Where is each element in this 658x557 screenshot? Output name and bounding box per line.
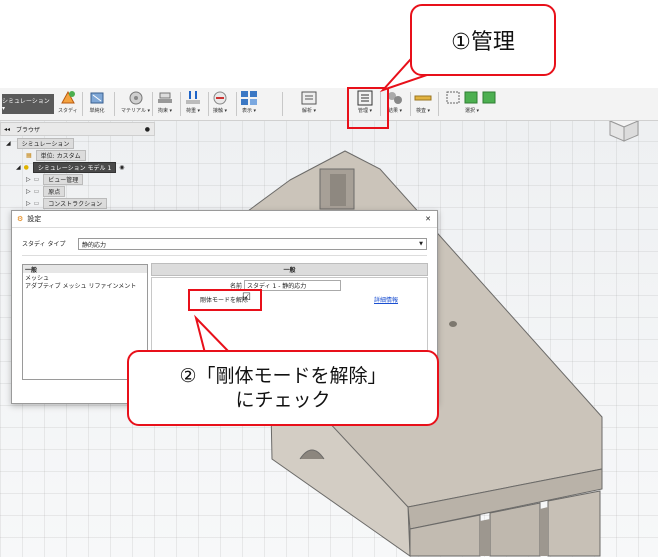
view-cube[interactable] [606,119,642,145]
units-icon: ▦ [26,152,32,159]
material-button[interactable]: マテリアル ▾ [121,90,150,118]
tree-row-origin[interactable]: ▷ ▭ 原点 [26,186,66,197]
separator [152,92,153,116]
folder-icon: ▭ [33,176,40,183]
callout-manage: ①管理 [410,4,556,76]
simplify-label: 単純化 [89,108,105,114]
model-leg-3 [547,490,601,557]
study-type-select[interactable]: 静的応力 ▼ [78,238,427,250]
dialog-titlebar[interactable]: ⚙ 設定 ✕ [12,211,437,227]
activate-radio-icon[interactable]: ◉ [119,164,124,171]
general-section-header: 一般 [151,263,428,276]
constraint-label: 拘束 ▾ [157,108,173,114]
browser-panel: ◂◂ ブラウザ ● ◢ シミュレーション ▦ 単位: カスタム ◢ ● シミュレ… [0,122,155,217]
tree-row-view[interactable]: ▷ ▭ ビュー管理 [26,174,84,185]
separator [180,92,181,116]
study-button[interactable]: スタディ [58,90,78,118]
inspect-label: 検査 ▾ [415,108,431,114]
chevron-down-icon: ▼ [419,241,423,247]
bulb-icon[interactable]: ● [24,164,29,171]
dialog-title: 設定 [27,215,42,223]
toolbar: シミュレーション ▾ スタディ 単純化 マテリアル ▾ 拘束 ▾ 荷重 ▾ 接触… [0,88,658,121]
separator [236,92,237,116]
manage-highlight-box [347,87,389,129]
divider [22,255,427,256]
list-item-general[interactable]: 一般 [23,265,147,274]
separator [410,92,411,116]
study-icon [60,90,75,104]
inspect-button[interactable]: 検査 ▾ [414,90,432,118]
callout-rigid-text-2: にチェック [235,389,331,411]
model-slot-inner [330,174,346,206]
tree-row-units[interactable]: ▦ 単位: カスタム [26,150,86,161]
simplify-icon [90,92,104,104]
contact-label: 接触 ▾ [212,108,228,114]
collapse-icon[interactable]: ◂◂ [4,126,10,133]
study-type-label: スタディ タイプ [22,241,66,248]
expand-icon[interactable]: ▷ [26,200,31,207]
select-label: 選択 ▾ [464,108,480,114]
divider [12,227,437,228]
model-opening-2 [540,507,548,556]
study-label: スタディ [58,108,78,114]
constraint-icon [158,92,172,103]
view-cube-icon [608,119,640,142]
rigid-mode-highlight-box [188,289,262,311]
tree-item-label: コンストラクション [43,198,108,209]
tree-row-simulation[interactable]: ◢ シミュレーション [6,138,75,149]
material-label: マテリアル ▾ [121,108,151,114]
browser-title: ブラウザ [16,126,41,134]
expand-icon[interactable]: ▷ [26,188,31,195]
solve-button[interactable]: 解析 ▾ [300,90,318,118]
folder-icon: ▭ [33,188,40,195]
tree-row-construction[interactable]: ▷ ▭ コンストラクション [26,198,108,209]
list-item-adaptive-mesh[interactable]: アダプティブ メッシュ リファインメント [23,281,147,290]
inspect-icon [414,95,432,101]
separator [82,92,83,116]
tree-row-model[interactable]: ◢ ● シミュレーション モデル 1 ◉ [16,162,125,173]
browser-header[interactable]: ◂◂ ブラウザ ● [0,122,155,136]
load-label: 荷重 ▾ [185,108,201,114]
solve-icon [301,91,317,105]
study-type-value: 静的応力 [82,241,107,249]
pin-icon[interactable]: ● [145,126,150,133]
separator [208,92,209,116]
callout-rigid-mode: ②「剛体モードを解除」 にチェック [127,350,439,426]
folder-icon: ▭ [33,200,40,207]
expand-icon[interactable]: ▷ [26,176,31,183]
select-icon [446,91,496,104]
display-label: 表示 ▾ [241,108,257,114]
tree-item-label: シミュレーション モデル 1 [32,162,117,173]
separator [114,92,115,116]
expand-icon[interactable]: ◢ [6,140,11,147]
callout-rigid-text-1: ②「剛体モードを解除」 [179,365,387,387]
tree-item-label: 単位: カスタム [35,150,86,161]
model-opening-1 [480,519,490,556]
details-link[interactable]: 詳細情報 [374,295,398,304]
select-button[interactable]: 選択 ▾ [446,90,498,118]
tree-item-label: シミュレーション [16,138,75,149]
load-button[interactable]: 荷重 ▾ [184,90,202,118]
constraint-button[interactable]: 拘束 ▾ [156,90,174,118]
display-button[interactable]: 表示 ▾ [240,90,258,118]
model-hole [449,321,457,327]
results-label: 結果 ▾ [387,108,403,114]
tree-item-label: 原点 [43,186,66,197]
callout-manage-text: ①管理 [451,30,515,55]
settings-icon: ⚙ [17,215,24,223]
solve-label: 解析 ▾ [301,108,317,114]
load-icon [186,91,200,104]
workspace-dropdown[interactable]: シミュレーション ▾ [2,94,54,114]
display-icon [241,91,257,105]
separator [282,92,283,116]
separator [438,92,439,116]
close-icon[interactable]: ✕ [425,215,431,223]
expand-icon[interactable]: ◢ [16,164,21,171]
tree-item-label: ビュー管理 [43,174,84,185]
contact-icon [213,91,227,105]
list-item-mesh[interactable]: メッシュ [23,273,147,282]
simplify-button[interactable]: 単純化 [88,90,106,118]
contact-button[interactable]: 接触 ▾ [211,90,229,118]
material-icon [129,91,143,105]
